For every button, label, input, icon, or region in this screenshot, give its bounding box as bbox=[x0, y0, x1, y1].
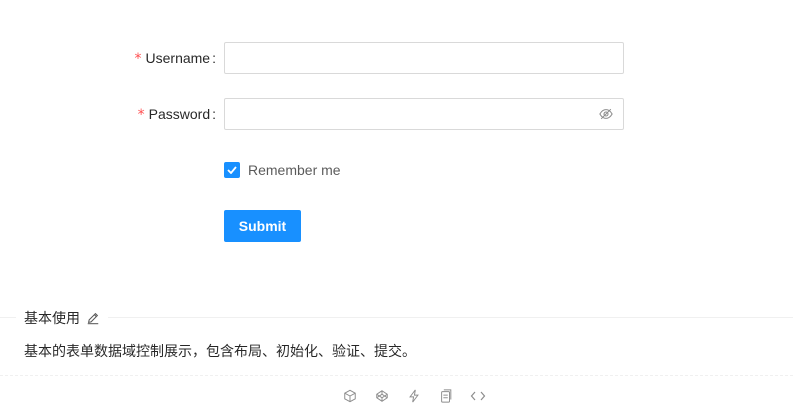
code-expand-icon[interactable] bbox=[470, 388, 486, 404]
username-label-text: Username bbox=[145, 50, 211, 66]
password-label: * Password: bbox=[138, 98, 216, 130]
remember-checkbox[interactable] bbox=[224, 162, 240, 178]
password-label-text: Password bbox=[148, 106, 211, 122]
password-input-wrapper bbox=[224, 98, 624, 130]
password-form-item: * Password: bbox=[0, 98, 793, 130]
thunderbolt-icon[interactable] bbox=[406, 388, 422, 404]
section-title-text: 基本使用 bbox=[24, 311, 80, 327]
codesandbox-icon[interactable] bbox=[342, 388, 358, 404]
username-input-wrapper bbox=[224, 42, 624, 74]
eye-invisible-icon[interactable] bbox=[599, 107, 613, 121]
submit-button[interactable]: Submit bbox=[224, 210, 301, 242]
username-form-item: * Username: bbox=[0, 42, 793, 74]
code-box-divider bbox=[0, 375, 793, 376]
remember-label[interactable]: Remember me bbox=[248, 162, 341, 178]
username-input[interactable] bbox=[225, 43, 607, 73]
required-mark: * bbox=[134, 51, 142, 67]
username-label: * Username: bbox=[135, 42, 216, 74]
check-icon bbox=[227, 166, 237, 174]
section-description: 基本的表单数据域控制展示，包含布局、初始化、验证、提交。 bbox=[24, 344, 416, 360]
label-colon: : bbox=[212, 106, 216, 122]
copy-icon[interactable] bbox=[438, 388, 454, 404]
section-title: 基本使用 bbox=[16, 308, 108, 328]
codepen-icon[interactable] bbox=[374, 388, 390, 404]
edit-icon[interactable] bbox=[86, 311, 100, 325]
required-mark: * bbox=[137, 107, 145, 123]
code-box-actions bbox=[342, 388, 486, 404]
remember-checkbox-item[interactable]: Remember me bbox=[224, 161, 341, 179]
password-input[interactable] bbox=[225, 99, 607, 129]
label-colon: : bbox=[212, 50, 216, 66]
section-divider bbox=[0, 317, 793, 318]
